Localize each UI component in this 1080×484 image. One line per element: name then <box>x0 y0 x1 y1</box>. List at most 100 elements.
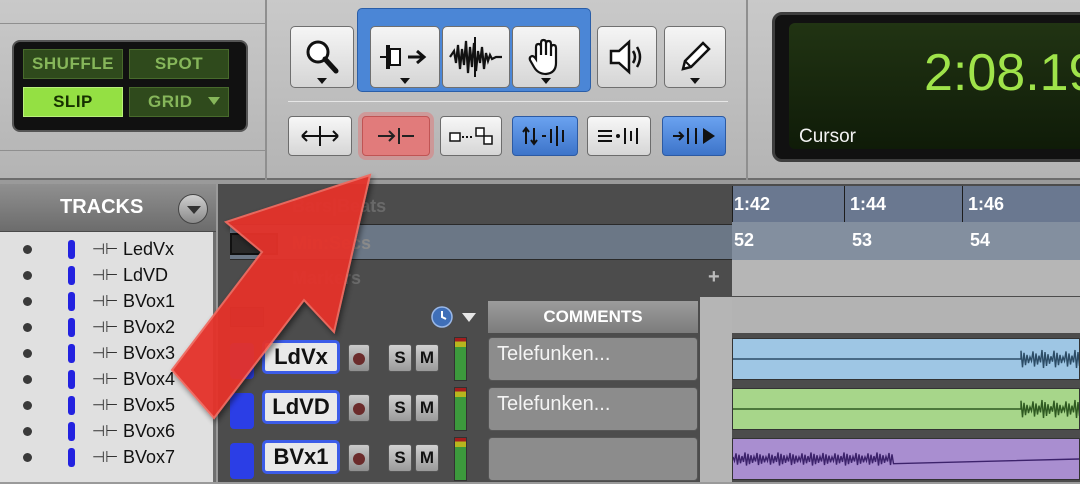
track-list-item[interactable]: ⊣⊢ LedVx <box>0 236 216 262</box>
track-color-bar <box>68 292 75 311</box>
tracks-list-title: TRACKS <box>60 196 144 218</box>
bar-label: 1:46 <box>968 194 1005 214</box>
slip-mode-button[interactable]: SLIP <box>23 87 123 117</box>
audio-track-icon: ⊣⊢ <box>92 241 119 258</box>
audio-clip[interactable] <box>732 338 1080 380</box>
track-comment-field[interactable]: Telefunken... <box>488 337 698 381</box>
edit-toolbar: SHUFFLE SPOT SLIP GRID 2:08.1 Cursor <box>0 0 1080 180</box>
track-name-button[interactable]: LdVx <box>262 340 340 374</box>
track-color-bar <box>68 422 75 441</box>
solo-button[interactable]: S <box>388 444 412 472</box>
tracks-list-header: TRACKS <box>0 184 216 232</box>
audio-track-icon: ⊣⊢ <box>92 397 119 414</box>
track-list-item[interactable]: ⊣⊢ BVox3 <box>0 340 216 366</box>
magnifier-icon <box>306 40 339 74</box>
track-name-button[interactable]: BVx1 <box>262 440 340 474</box>
track-visibility-dot-icon[interactable] <box>23 245 32 254</box>
secs-label: 52 <box>734 230 755 250</box>
track-selector-icon[interactable] <box>230 443 254 479</box>
track-list-name: BVox5 <box>123 395 176 415</box>
ruler-bars-beats-label: Bars|Beats <box>292 196 387 216</box>
track-list-name: BVox3 <box>123 343 176 363</box>
track-list-item[interactable]: ⊣⊢ LdVD <box>0 262 216 288</box>
link-timeline-edit-button[interactable] <box>440 116 502 156</box>
track-visibility-dot-icon[interactable] <box>23 271 32 280</box>
shuffle-mode-button[interactable]: SHUFFLE <box>23 49 123 79</box>
ruler-min-secs-label: Min:Secs <box>292 233 372 253</box>
grabber-tool-button[interactable] <box>512 26 580 88</box>
view-selector-button[interactable] <box>230 307 264 327</box>
chevron-down-icon <box>187 206 201 214</box>
ruler-bars-beats[interactable]: Bars|Beats <box>230 188 732 224</box>
mirror-midi-button[interactable] <box>587 116 651 156</box>
track-selector-icon[interactable] <box>230 393 254 429</box>
track-visibility-dot-icon[interactable] <box>23 427 32 436</box>
track-list-item[interactable]: ⊣⊢ BVox4 <box>0 366 216 392</box>
link-track-edit-button[interactable] <box>512 116 578 156</box>
track-visibility-dot-icon[interactable] <box>23 453 32 462</box>
solo-button[interactable]: S <box>388 394 412 422</box>
record-enable-button[interactable] <box>348 394 370 422</box>
track-color-bar <box>68 448 75 467</box>
track-list-item[interactable]: ⊣⊢ BVox2 <box>0 314 216 340</box>
pencil-tool-button[interactable] <box>664 26 726 88</box>
track-list-item[interactable]: ⊣⊢ BVox5 <box>0 392 216 418</box>
secs-ruler-strip <box>732 222 1080 260</box>
tab-to-transients-button[interactable] <box>362 116 430 156</box>
track-visibility-dot-icon[interactable] <box>23 375 32 384</box>
bar-label: 1:42 <box>734 194 771 214</box>
record-enable-button[interactable] <box>348 444 370 472</box>
scrubber-tool-button[interactable] <box>597 26 657 88</box>
track-link-icon <box>522 126 564 146</box>
trim-icon <box>380 45 427 69</box>
timeline-ruler[interactable]: 1:42 1:44 1:46 52 53 54 <box>732 186 1080 296</box>
level-meter <box>454 437 467 481</box>
main-counter[interactable]: 2:08.19 Cursor <box>772 12 1080 162</box>
chevron-down-icon <box>400 78 410 84</box>
trim-tool-button[interactable] <box>370 26 440 88</box>
insertion-follows-button[interactable] <box>662 116 726 156</box>
track-list-item[interactable]: ⊣⊢ BVox1 <box>0 288 216 314</box>
audio-track-icon: ⊣⊢ <box>92 319 119 336</box>
waveform-graphic <box>733 399 1080 419</box>
ruler-markers[interactable]: Markers + <box>230 260 732 296</box>
track-list-item[interactable]: ⊣⊢ BVox6 <box>0 418 216 444</box>
timeline-grid-area <box>732 297 1080 333</box>
mute-button[interactable]: M <box>415 394 439 422</box>
zoom-toggle-button[interactable] <box>288 116 352 156</box>
comments-column-header: COMMENTS <box>488 301 698 333</box>
track-comment-field[interactable] <box>488 437 698 481</box>
mute-button[interactable]: M <box>415 344 439 372</box>
tracks-menu-button[interactable] <box>178 194 208 224</box>
track-visibility-dot-icon[interactable] <box>23 401 32 410</box>
track-comment-field[interactable]: Telefunken... <box>488 387 698 431</box>
zoomer-tool-button[interactable] <box>290 26 354 88</box>
record-enable-button[interactable] <box>348 344 370 372</box>
secs-label: 54 <box>970 230 991 250</box>
audio-clip[interactable] <box>732 388 1080 430</box>
ruler-min-secs[interactable]: Min:Secs <box>230 224 732 260</box>
track-visibility-dot-icon[interactable] <box>23 349 32 358</box>
timeline-left-edge <box>700 297 732 482</box>
add-marker-icon[interactable]: + <box>708 266 720 289</box>
horizontal-expand-icon <box>301 126 339 146</box>
grid-mode-button[interactable]: GRID <box>129 87 229 117</box>
spot-mode-button[interactable]: SPOT <box>129 49 229 79</box>
track-list-item[interactable]: ⊣⊢ BVox7 <box>0 444 216 470</box>
solo-button[interactable]: S <box>388 344 412 372</box>
track-name-button[interactable]: LdVD <box>262 390 340 424</box>
ruler-tick <box>844 186 845 222</box>
toolbar-divider <box>0 150 265 151</box>
mute-button[interactable]: M <box>415 444 439 472</box>
audio-clip[interactable] <box>732 438 1080 480</box>
chevron-down-icon[interactable] <box>462 313 476 322</box>
ruler-markers-label: Markers <box>292 268 362 288</box>
audio-track-icon: ⊣⊢ <box>92 449 119 466</box>
ruler-color-swatch[interactable] <box>230 233 278 255</box>
track-list-name: BVox2 <box>123 317 176 337</box>
track-selector-icon[interactable] <box>230 343 254 379</box>
track-visibility-dot-icon[interactable] <box>23 323 32 332</box>
track-visibility-dot-icon[interactable] <box>23 297 32 306</box>
selector-tool-button[interactable] <box>442 26 510 88</box>
clock-icon[interactable] <box>430 305 454 329</box>
